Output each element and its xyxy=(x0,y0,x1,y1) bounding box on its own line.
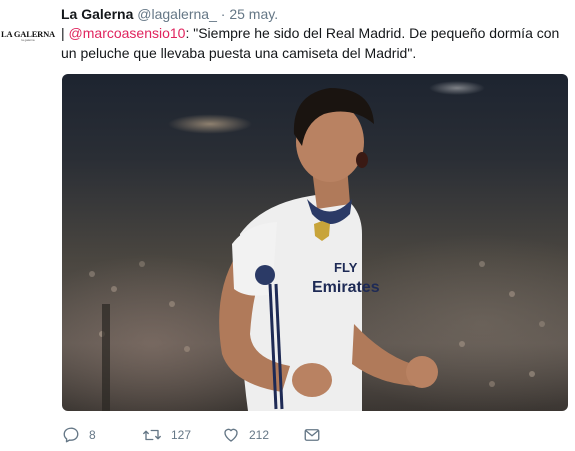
heart-icon xyxy=(224,428,238,442)
reply-button[interactable]: 8 xyxy=(62,426,96,444)
account-avatar[interactable]: LA GALERNA la galerna xyxy=(1,14,55,58)
tweet-actions: 8 127 212 xyxy=(62,424,362,446)
account-handle[interactable]: @lagalerna_ xyxy=(137,6,217,22)
avatar-logo-subtext: la galerna xyxy=(21,38,35,43)
account-name[interactable]: La Galerna xyxy=(61,6,133,22)
envelope-icon xyxy=(304,429,320,441)
tweet-photo[interactable]: Emirates FLY xyxy=(62,74,568,411)
photo-illustration: Emirates FLY xyxy=(89,88,545,411)
like-count: 212 xyxy=(249,428,270,442)
tweet-text: | @marcoasensio10: "Siempre he sido del … xyxy=(61,23,571,63)
avatar-logo-text: LA GALERNA xyxy=(1,28,55,39)
mention-link[interactable]: @marcoasensio10 xyxy=(69,25,186,41)
retweet-icon xyxy=(143,429,161,441)
direct-message-button[interactable] xyxy=(303,426,321,444)
svg-text:FLY: FLY xyxy=(334,260,358,275)
retweet-count: 127 xyxy=(171,428,192,442)
like-button[interactable]: 212 xyxy=(222,426,269,444)
retweet-button[interactable]: 127 xyxy=(142,426,191,444)
tweet-date[interactable]: 25 may. xyxy=(229,6,278,22)
header-separator: · xyxy=(220,6,226,22)
reply-count: 8 xyxy=(89,428,96,442)
tweet-text-prefix: | xyxy=(61,25,69,41)
tweet-header: La Galerna @lagalerna_ · 25 may. xyxy=(61,5,278,23)
svg-text:Emirates: Emirates xyxy=(312,279,380,296)
reply-icon xyxy=(63,427,79,443)
